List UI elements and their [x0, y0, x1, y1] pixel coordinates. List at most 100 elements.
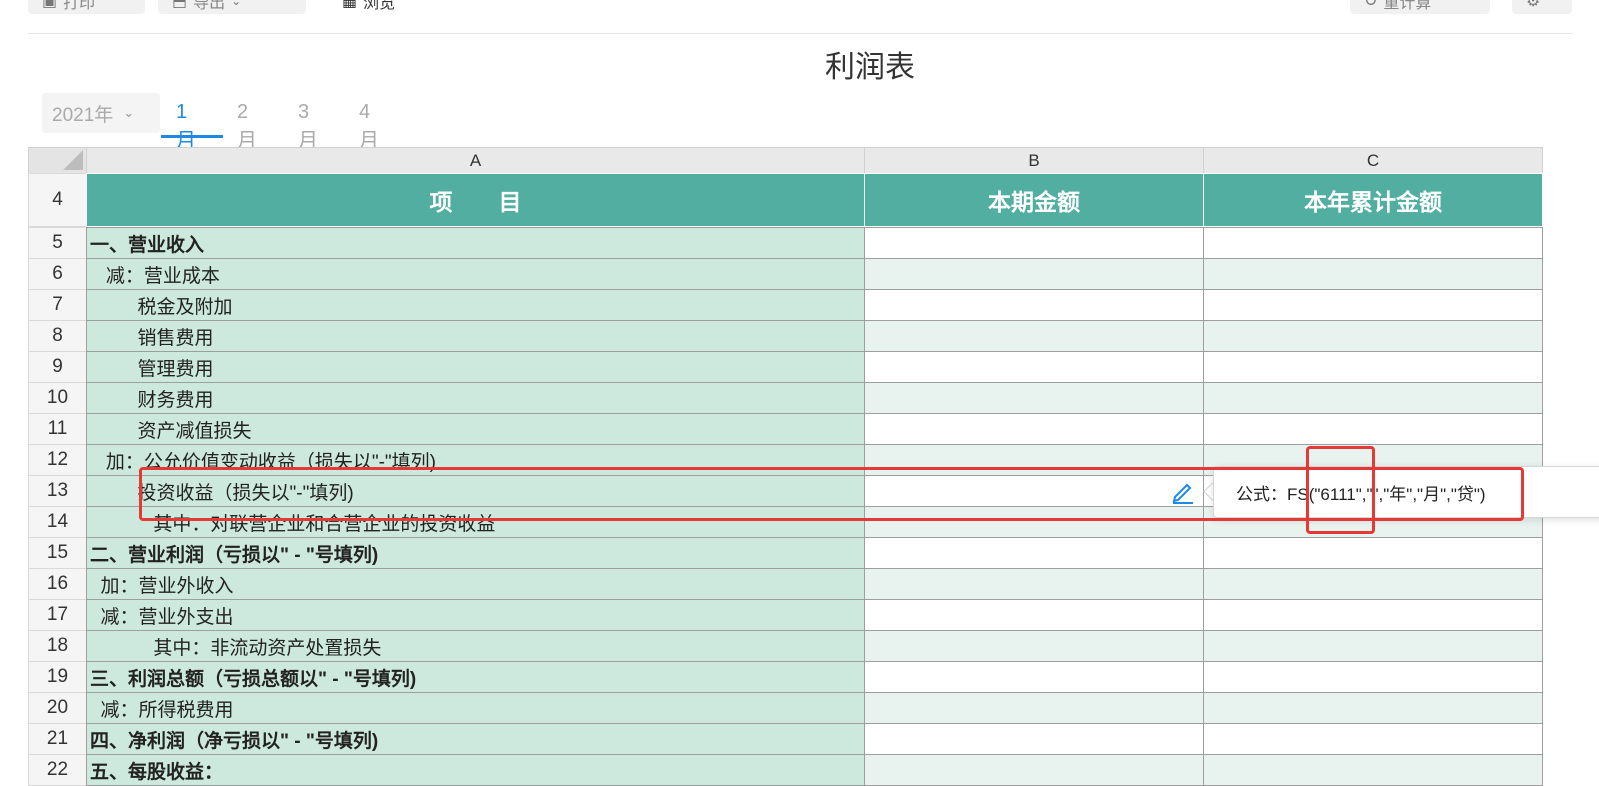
current-amount-cell[interactable] — [864, 227, 1204, 259]
current-amount-cell[interactable] — [864, 258, 1204, 290]
item-cell[interactable]: 销售费用 — [86, 320, 865, 352]
row-header[interactable]: 11 — [28, 413, 87, 445]
toolbar-divider — [28, 33, 1573, 34]
current-amount-cell[interactable] — [864, 723, 1204, 755]
current-amount-cell[interactable] — [864, 537, 1204, 569]
row-header[interactable]: 12 — [28, 444, 87, 476]
recalc-icon: ↻ — [1364, 0, 1378, 10]
current-amount-cell[interactable] — [864, 351, 1204, 383]
current-amount-cell[interactable] — [864, 413, 1204, 445]
ytd-amount-cell[interactable] — [1203, 537, 1543, 569]
settings-button[interactable]: ⚙ — [1512, 0, 1572, 14]
ytd-amount-cell[interactable] — [1203, 568, 1543, 600]
month-tab-4[interactable]: 4月 — [359, 101, 379, 153]
row-header[interactable]: 20 — [28, 692, 87, 724]
row-header[interactable]: 15 — [28, 537, 87, 569]
item-cell[interactable]: 四、净利润（净亏损以" - "号填列) — [86, 723, 865, 755]
preview-label: 浏览 — [363, 0, 396, 12]
current-amount-cell[interactable] — [864, 568, 1204, 600]
row-header[interactable]: 14 — [28, 506, 87, 538]
month-tab-1[interactable]: 1月 — [176, 101, 196, 153]
column-header-c[interactable]: C — [1203, 147, 1543, 174]
item-cell[interactable]: 加：公允价值变动收益（损失以"-"填列) — [86, 444, 865, 476]
row-header[interactable]: 13 — [28, 475, 87, 507]
item-cell[interactable]: 其中：非流动资产处置损失 — [86, 630, 865, 662]
item-cell[interactable]: 其中：对联营企业和合营企业的投资收益 — [86, 506, 865, 538]
formula-text: 公式：FS("6111","","年","月","贷") — [1236, 484, 1486, 504]
ytd-amount-cell[interactable] — [1203, 692, 1543, 724]
item-cell[interactable]: 二、营业利润（亏损以" - "号填列) — [86, 537, 865, 569]
item-cell[interactable]: 三、利润总额（亏损总额以" - "号填列) — [86, 661, 865, 693]
row-header[interactable]: 6 — [28, 258, 87, 290]
chevron-down-icon: ⌄ — [231, 0, 242, 8]
item-cell[interactable]: 五、每股收益： — [86, 754, 865, 786]
year-value: 2021年 — [52, 104, 114, 126]
ytd-amount-cell[interactable] — [1203, 351, 1543, 383]
current-amount-cell[interactable] — [864, 320, 1204, 352]
ytd-amount-cell[interactable] — [1203, 227, 1543, 259]
active-month-indicator — [161, 135, 223, 138]
current-amount-cell[interactable] — [864, 661, 1204, 693]
item-cell[interactable]: 加：营业外收入 — [86, 568, 865, 600]
item-cell[interactable]: 减：所得税费用 — [86, 692, 865, 724]
preview-button[interactable]: ▦ 浏览 — [328, 0, 428, 14]
ytd-amount-cell[interactable] — [1203, 661, 1543, 693]
row-header[interactable]: 21 — [28, 723, 87, 755]
ytd-amount-cell[interactable] — [1203, 599, 1543, 631]
current-amount-cell[interactable] — [864, 754, 1204, 786]
row-header[interactable]: 4 — [28, 173, 87, 227]
current-amount-cell[interactable] — [864, 382, 1204, 414]
current-amount-cell[interactable] — [864, 692, 1204, 724]
item-cell[interactable]: 管理费用 — [86, 351, 865, 383]
item-cell[interactable]: 减：营业外支出 — [86, 599, 865, 631]
item-cell[interactable]: 投资收益（损失以"-"填列) — [86, 475, 865, 507]
current-amount-cell[interactable] — [864, 444, 1204, 476]
ytd-amount-cell[interactable] — [1203, 630, 1543, 662]
row-header[interactable]: 8 — [28, 320, 87, 352]
current-amount-cell[interactable] — [864, 475, 1204, 507]
ytd-amount-cell[interactable] — [1203, 382, 1543, 414]
row-header[interactable]: 18 — [28, 630, 87, 662]
ytd-amount-cell[interactable] — [1203, 258, 1543, 290]
column-header-b[interactable]: B — [864, 147, 1204, 174]
row-header[interactable]: 19 — [28, 661, 87, 693]
ytd-amount-cell[interactable] — [1203, 320, 1543, 352]
column-header-a[interactable]: A — [86, 147, 865, 174]
item-cell[interactable]: 财务费用 — [86, 382, 865, 414]
row-header[interactable]: 10 — [28, 382, 87, 414]
row-header[interactable]: 17 — [28, 599, 87, 631]
preview-icon: ▦ — [342, 0, 358, 10]
item-cell[interactable]: 税金及附加 — [86, 289, 865, 321]
toolbar: ▣ 打印 ⬒ 导出 ⌄ ▦ 浏览 ↻ 重计算 ⚙ — [0, 0, 1599, 34]
row-header[interactable]: 16 — [28, 568, 87, 600]
header-cell-ytd[interactable]: 本年累计金额 — [1203, 173, 1543, 227]
print-label: 打印 — [63, 0, 96, 12]
ytd-amount-cell[interactable] — [1203, 289, 1543, 321]
item-cell[interactable]: 资产减值损失 — [86, 413, 865, 445]
ytd-amount-cell[interactable] — [1203, 723, 1543, 755]
year-select[interactable]: 2021年 ⌄ — [42, 93, 160, 133]
recalc-button[interactable]: ↻ 重计算 — [1350, 0, 1490, 14]
chevron-down-icon: ⌄ — [123, 105, 135, 120]
item-cell[interactable]: 一、营业收入 — [86, 227, 865, 259]
row-header[interactable]: 7 — [28, 289, 87, 321]
current-amount-cell[interactable] — [864, 630, 1204, 662]
print-button[interactable]: ▣ 打印 — [28, 0, 145, 14]
item-cell[interactable]: 减：营业成本 — [86, 258, 865, 290]
export-button[interactable]: ⬒ 导出 ⌄ — [158, 0, 306, 14]
select-all-corner[interactable] — [28, 147, 87, 174]
edit-pencil-icon[interactable] — [1171, 479, 1195, 505]
ytd-amount-cell[interactable] — [1203, 413, 1543, 445]
current-amount-cell[interactable] — [864, 506, 1204, 538]
current-amount-cell[interactable] — [864, 599, 1204, 631]
header-cell-current[interactable]: 本期金额 — [864, 173, 1204, 227]
row-header[interactable]: 9 — [28, 351, 87, 383]
current-amount-cell[interactable] — [864, 289, 1204, 321]
row-header[interactable]: 22 — [28, 754, 87, 786]
recalc-label: 重计算 — [1383, 0, 1432, 12]
row-header[interactable]: 5 — [28, 227, 87, 259]
month-tab-2[interactable]: 2月 — [237, 101, 257, 153]
header-cell-item[interactable]: 项 目 — [86, 173, 865, 227]
month-tab-3[interactable]: 3月 — [298, 101, 318, 153]
ytd-amount-cell[interactable] — [1203, 754, 1543, 786]
